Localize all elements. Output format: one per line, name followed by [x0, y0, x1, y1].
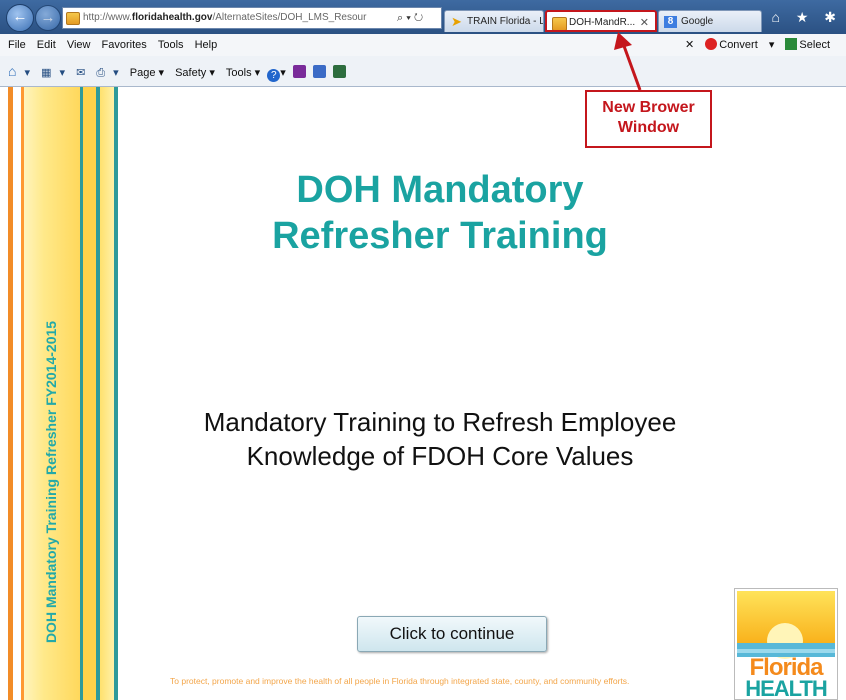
- menu-file[interactable]: File: [8, 39, 26, 51]
- vertical-course-title: DOH Mandatory Training Refresher FY2014-…: [43, 320, 59, 644]
- address-controls[interactable]: ⌕ ▾ ↻: [391, 8, 441, 28]
- florida-health-logo: Florida HEALTH: [734, 588, 838, 700]
- pdf-convert-icon: [705, 38, 718, 50]
- subtitle-line-2: Knowledge of FDOH Core Values: [246, 441, 634, 471]
- tab-google[interactable]: 8 Google: [658, 10, 762, 32]
- decorative-stripe: [100, 87, 114, 700]
- close-toolbar-icon[interactable]: ✕: [685, 39, 694, 51]
- print-icon[interactable]: ⎙: [96, 58, 105, 88]
- train-icon: ➤: [451, 14, 462, 29]
- menu-favorites[interactable]: Favorites: [102, 39, 147, 51]
- title-line-2: Refresher Training: [272, 215, 608, 257]
- browser-chrome: ← → http://www.floridahealth.gov/Alterna…: [0, 0, 846, 87]
- page-subtitle: Mandatory Training to Refresh Employee K…: [120, 405, 760, 473]
- tab-train-florida[interactable]: ➤ TRAIN Florida - L...: [444, 10, 544, 32]
- safety-menu[interactable]: Safety ▾: [175, 67, 215, 79]
- forward-button[interactable]: →: [35, 5, 61, 31]
- tab-doh-mandr[interactable]: DOH-MandR... ✕: [545, 10, 657, 32]
- navigation-bar: ← → http://www.floridahealth.gov/Alterna…: [0, 0, 846, 34]
- convert-button[interactable]: Convert ▾: [705, 38, 774, 51]
- onenote-icon[interactable]: [292, 65, 306, 78]
- menu-edit[interactable]: Edit: [37, 39, 56, 51]
- page-title: DOH Mandatory Refresher Training: [170, 167, 710, 259]
- toolbar-addons: ✕ Convert ▾ Select: [685, 34, 846, 56]
- tab-label: Google: [681, 16, 714, 27]
- training-page: DOH Mandatory Training Refresher FY2014-…: [0, 87, 846, 700]
- command-bar: ⌂ ▾ ▦ ▾ ✉ ⎙ ▾ Page ▾ Safety ▾ Tools ▾ ? ▾: [0, 56, 846, 86]
- home-icon[interactable]: ⌂: [8, 56, 16, 86]
- address-bar[interactable]: http://www.floridahealth.gov/AlternateSi…: [62, 7, 442, 29]
- decorative-stripe: [13, 87, 19, 700]
- address-url: http://www.floridahealth.gov/AlternateSi…: [83, 12, 367, 23]
- site-favicon-icon: [66, 12, 80, 25]
- feeds-icon[interactable]: ▦: [41, 58, 51, 88]
- logo-word-health: HEALTH: [745, 676, 828, 700]
- menu-view[interactable]: View: [67, 39, 91, 51]
- tab-label: DOH-MandR...: [569, 17, 636, 28]
- decorative-stripe: [114, 87, 118, 700]
- continue-button[interactable]: Click to continue: [357, 616, 547, 652]
- mail-icon[interactable]: ✉: [76, 58, 85, 88]
- back-button[interactable]: ←: [6, 4, 34, 32]
- site-favicon-icon: [552, 17, 567, 30]
- new-window-callout: New Brower Window: [585, 90, 712, 148]
- home-favorites-settings-icons[interactable]: ⌂ ★ ✱: [771, 9, 842, 26]
- page-menu[interactable]: Page ▾: [130, 67, 164, 79]
- forward-arrow-icon: →: [40, 9, 56, 26]
- close-tab-icon[interactable]: ✕: [640, 12, 649, 30]
- tab-label: TRAIN Florida - L...: [467, 16, 543, 27]
- google-icon: 8: [664, 16, 677, 28]
- help-icon[interactable]: ?: [267, 69, 281, 82]
- back-arrow-icon: ←: [12, 8, 28, 25]
- tools-menu[interactable]: Tools ▾: [226, 67, 260, 79]
- select-button[interactable]: Select: [785, 38, 838, 51]
- subtitle-line-1: Mandatory Training to Refresh Employee: [203, 407, 677, 437]
- title-line-1: DOH Mandatory: [296, 169, 584, 211]
- callout-line-1: New Brower: [602, 99, 695, 116]
- addon-icon[interactable]: [312, 65, 326, 78]
- mission-tagline: To protect, promote and improve the heal…: [170, 676, 630, 686]
- menu-bar: File Edit View Favorites Tools Help ✕ Co…: [0, 34, 846, 56]
- menu-help[interactable]: Help: [195, 39, 218, 51]
- select-icon: [785, 38, 798, 50]
- decorative-stripe: [83, 87, 96, 700]
- callout-line-2: Window: [617, 119, 680, 136]
- menu-tools[interactable]: Tools: [158, 39, 184, 51]
- send-icon[interactable]: [332, 65, 346, 78]
